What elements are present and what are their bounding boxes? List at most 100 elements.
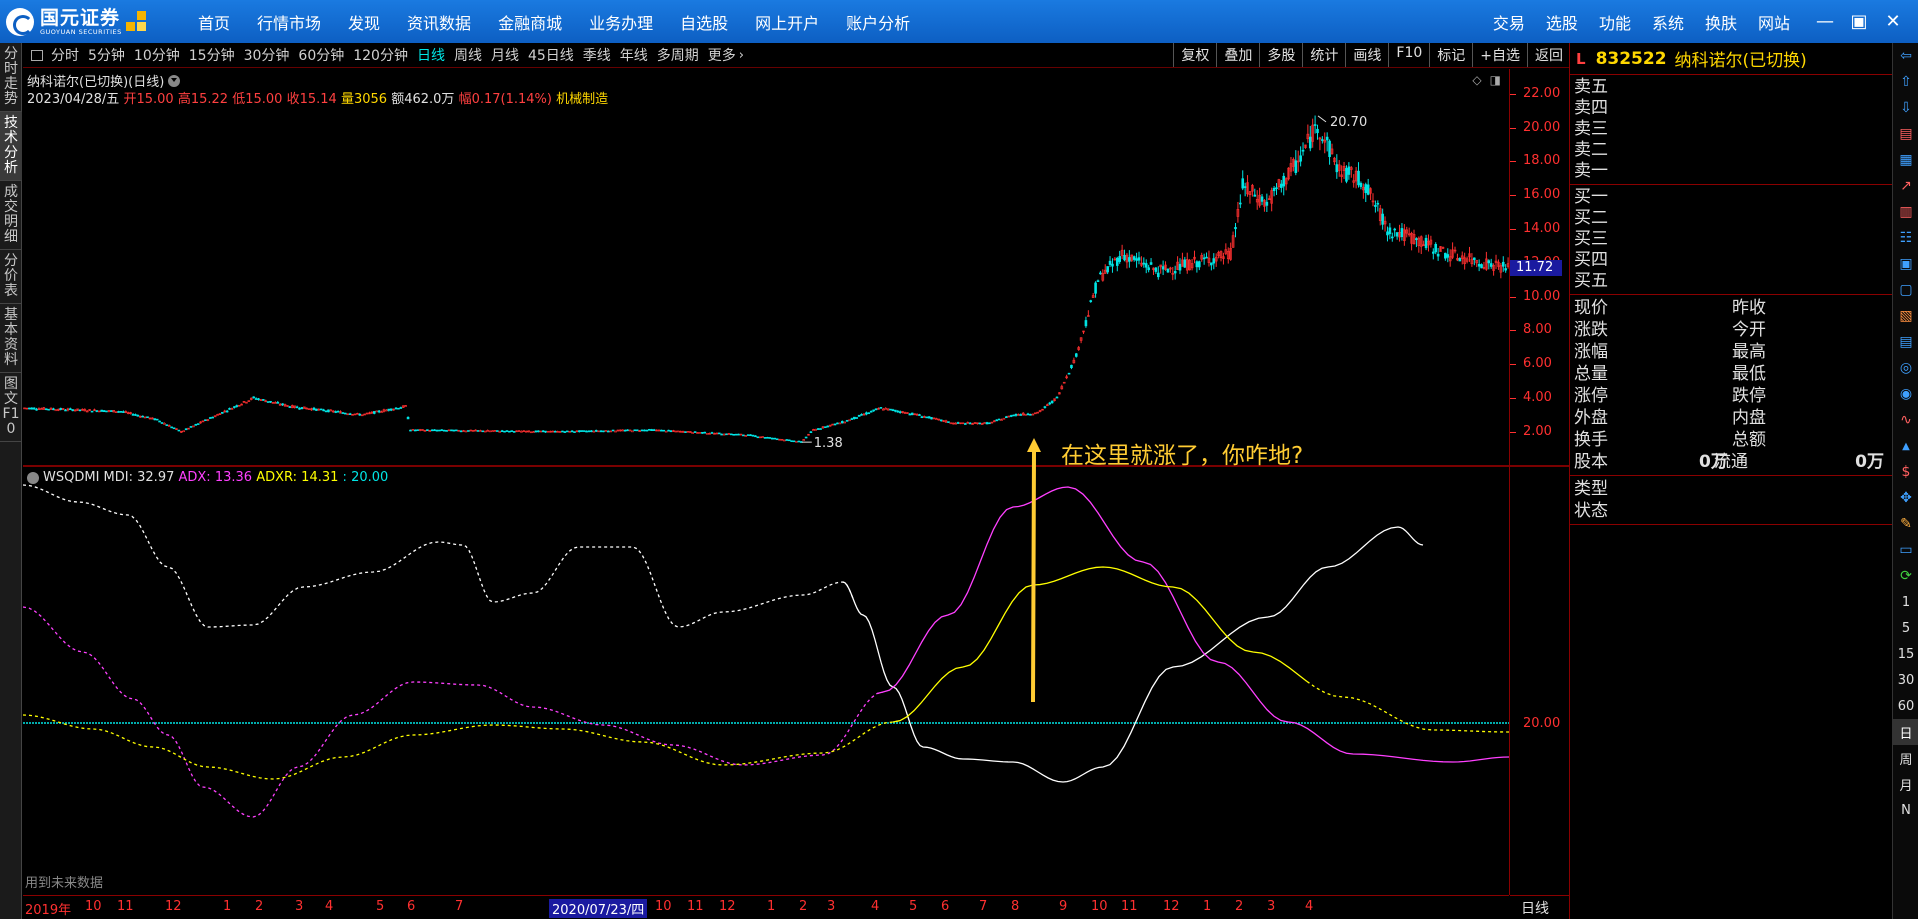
side-period-6[interactable]: 周 bbox=[1893, 745, 1918, 771]
side-period-3[interactable]: 30 bbox=[1893, 667, 1918, 693]
period-4[interactable]: 30分钟 bbox=[244, 45, 290, 65]
maximize-icon[interactable]: ▣ bbox=[1842, 11, 1876, 32]
tool-8[interactable]: 返回 bbox=[1527, 43, 1570, 67]
period-14[interactable]: 更多 bbox=[708, 45, 736, 65]
indicator-chart[interactable]: WSQDMI MDI: 32.97 ADX: 13.36 ADXR: 14.31… bbox=[23, 467, 1509, 895]
future-data-note: 用到未来数据 bbox=[25, 876, 104, 891]
left-tab-5[interactable]: 图文F10 bbox=[0, 373, 22, 442]
period-8[interactable]: 周线 bbox=[454, 45, 482, 65]
tool-0[interactable]: 复权 bbox=[1173, 43, 1216, 67]
right-nav-item-4[interactable]: 换肤 bbox=[1705, 10, 1737, 34]
nav-item-6[interactable]: 自选股 bbox=[680, 10, 728, 34]
money-icon[interactable]: $ bbox=[1893, 459, 1918, 485]
tool-2[interactable]: 多股 bbox=[1259, 43, 1302, 67]
side-period-2[interactable]: 15 bbox=[1893, 641, 1918, 667]
tool-7[interactable]: +自选 bbox=[1472, 43, 1527, 67]
nav-item-5[interactable]: 业务办理 bbox=[589, 10, 653, 34]
period-10[interactable]: 45日线 bbox=[528, 45, 574, 65]
back-icon[interactable]: ⇦ bbox=[1893, 43, 1918, 69]
toggle-panel-icon[interactable] bbox=[31, 49, 43, 61]
left-tab-2[interactable]: 成交明细 bbox=[0, 181, 22, 250]
minimize-icon[interactable]: — bbox=[1808, 11, 1842, 32]
nav-item-1[interactable]: 行情市场 bbox=[257, 10, 321, 34]
nav-item-0[interactable]: 首页 bbox=[198, 10, 230, 34]
right-nav-item-5[interactable]: 网站 bbox=[1758, 10, 1790, 34]
nav-item-7[interactable]: 网上开户 bbox=[755, 10, 819, 34]
stat-left-label: 涨幅 bbox=[1574, 342, 1608, 362]
period-5[interactable]: 60分钟 bbox=[298, 45, 344, 65]
candle-body bbox=[491, 430, 494, 433]
right-nav-item-1[interactable]: 选股 bbox=[1546, 10, 1578, 34]
period-0[interactable]: 分时 bbox=[51, 45, 79, 65]
news-icon[interactable]: ▧ bbox=[1893, 303, 1918, 329]
candle-body bbox=[35, 408, 38, 411]
period-7[interactable]: 日线 bbox=[417, 45, 445, 65]
candle-body bbox=[440, 429, 444, 432]
right-nav-item-2[interactable]: 功能 bbox=[1599, 10, 1631, 34]
tool-5[interactable]: F10 bbox=[1388, 43, 1429, 67]
price-tick-mark bbox=[1510, 330, 1516, 332]
side-period-7[interactable]: 月 bbox=[1893, 771, 1918, 797]
side-period-0[interactable]: 1 bbox=[1893, 589, 1918, 615]
kline-chart[interactable]: 20.70 1.38 纳科诺尔(已切换)(日线) 2023/04/28/五 开15… bbox=[23, 69, 1509, 465]
nav-item-3[interactable]: 资讯数据 bbox=[407, 10, 471, 34]
dropdown-icon[interactable] bbox=[168, 74, 181, 87]
time-axis[interactable]: 2019年 10 11 12 1 2 3 4 5 6 7 2020/07/23/四 10 11 12 1 2 3 4… bbox=[23, 895, 1509, 918]
period-6[interactable]: 120分钟 bbox=[353, 45, 408, 65]
period-1[interactable]: 5分钟 bbox=[88, 45, 125, 65]
period-11[interactable]: 季线 bbox=[583, 45, 611, 65]
candle-body bbox=[1067, 372, 1071, 375]
candle-body bbox=[341, 412, 345, 414]
list-icon[interactable]: ▤ bbox=[1893, 121, 1918, 147]
line-chart-icon[interactable]: ↗ bbox=[1893, 173, 1918, 199]
period-2[interactable]: 10分钟 bbox=[134, 45, 180, 65]
period-12[interactable]: 年线 bbox=[620, 45, 648, 65]
pencil-icon[interactable]: ✎ bbox=[1893, 511, 1918, 537]
side-period-4[interactable]: 60 bbox=[1893, 693, 1918, 719]
side-period-1[interactable]: 5 bbox=[1893, 615, 1918, 641]
left-tab-0[interactable]: 分时走势 bbox=[0, 43, 22, 112]
period-9[interactable]: 月线 bbox=[491, 45, 519, 65]
arrow-up-icon[interactable]: ⇧ bbox=[1893, 69, 1918, 95]
tool-3[interactable]: 统计 bbox=[1302, 43, 1345, 67]
tool-6[interactable]: 标记 bbox=[1429, 43, 1472, 67]
move-icon[interactable]: ✥ bbox=[1893, 485, 1918, 511]
tool-1[interactable]: 叠加 bbox=[1216, 43, 1259, 67]
f5-icon[interactable]: ▭ bbox=[1893, 537, 1918, 563]
right-nav-item-3[interactable]: 系统 bbox=[1652, 10, 1684, 34]
indicator-icon[interactable]: ∿ bbox=[1893, 407, 1918, 433]
left-tab-4[interactable]: 基本资料 bbox=[0, 304, 22, 373]
window-toggle-icon[interactable]: ◨ bbox=[1490, 73, 1501, 87]
left-tab-3[interactable]: 分价表 bbox=[0, 250, 22, 304]
period-3[interactable]: 15分钟 bbox=[189, 45, 235, 65]
diamond-icon[interactable]: ◇ bbox=[1472, 73, 1481, 87]
price-axis[interactable]: 22.0020.0018.0016.0014.0012.0010.008.006… bbox=[1510, 69, 1569, 465]
close-icon[interactable]: ✕ bbox=[1876, 11, 1910, 32]
rsi-icon[interactable]: ▲ bbox=[1893, 433, 1918, 459]
compass-icon[interactable]: ◉ bbox=[1893, 381, 1918, 407]
grid-icon[interactable]: ▦ bbox=[1893, 147, 1918, 173]
right-nav-item-0[interactable]: 交易 bbox=[1493, 10, 1525, 34]
candle-body bbox=[874, 408, 878, 411]
side-period-5[interactable]: 日 bbox=[1893, 719, 1918, 745]
indicator-dropdown-icon[interactable] bbox=[27, 471, 39, 484]
arrow-down-icon[interactable]: ⇩ bbox=[1893, 95, 1918, 121]
chevron-right-icon[interactable]: › bbox=[739, 48, 744, 63]
f12-icon[interactable]: ▤ bbox=[1893, 329, 1918, 355]
nav-item-2[interactable]: 发现 bbox=[348, 10, 380, 34]
tool-4[interactable]: 画线 bbox=[1345, 43, 1388, 67]
candle-body bbox=[698, 432, 702, 434]
doc-icon[interactable]: ▢ bbox=[1893, 277, 1918, 303]
nav-item-8[interactable]: 账户分析 bbox=[846, 10, 910, 34]
period-13[interactable]: 多周期 bbox=[657, 45, 699, 65]
table-icon[interactable]: ☷ bbox=[1893, 225, 1918, 251]
indicator-axis[interactable]: 20.00 bbox=[1510, 467, 1569, 895]
finance-icon[interactable]: ◎ bbox=[1893, 355, 1918, 381]
candle-icon[interactable]: ▥ bbox=[1893, 199, 1918, 225]
f10-icon[interactable]: ▣ bbox=[1893, 251, 1918, 277]
brand-logo[interactable]: 国元证券 GUOYUAN SECURITIES bbox=[0, 0, 178, 43]
left-tab-1[interactable]: 技术分析 bbox=[0, 112, 22, 181]
side-period-8[interactable]: N bbox=[1893, 797, 1918, 823]
refresh-icon[interactable]: ⟳ bbox=[1893, 563, 1918, 589]
nav-item-4[interactable]: 金融商城 bbox=[498, 10, 562, 34]
